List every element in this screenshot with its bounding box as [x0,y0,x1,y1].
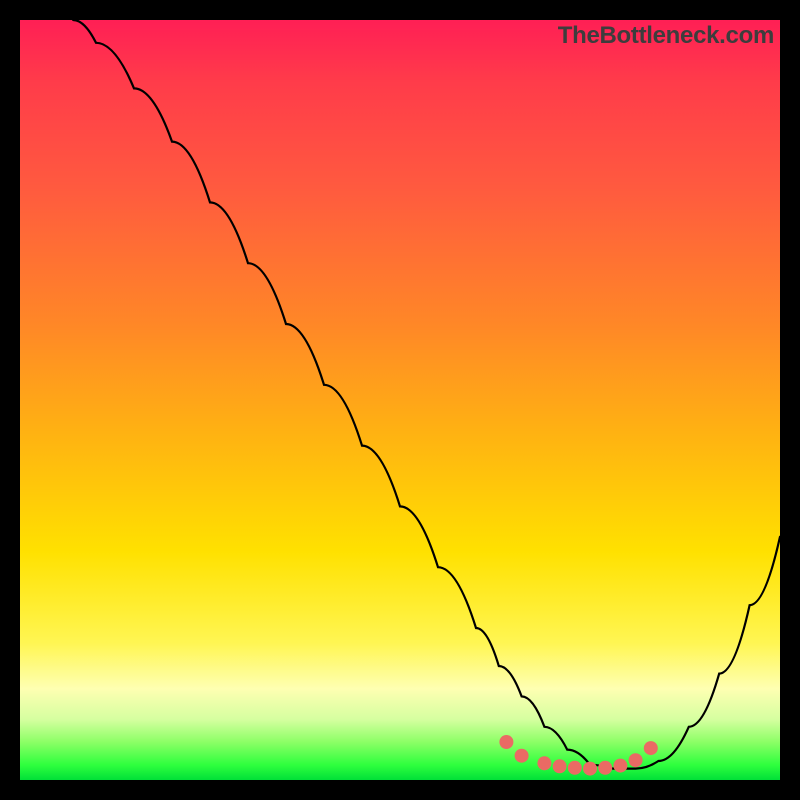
marker-dot [537,756,551,770]
chart-plot [20,20,780,780]
marker-dot [598,761,612,775]
watermark-text: TheBottleneck.com [558,22,774,50]
curve-path [73,20,780,769]
marker-dot [583,762,597,776]
marker-dot [613,759,627,773]
marker-dot [499,735,513,749]
marker-dot [644,741,658,755]
chart-frame: TheBottleneck.com [20,20,780,780]
marker-dot [515,749,529,763]
marker-dot [629,753,643,767]
marker-dot [568,761,582,775]
marker-dot [553,759,567,773]
